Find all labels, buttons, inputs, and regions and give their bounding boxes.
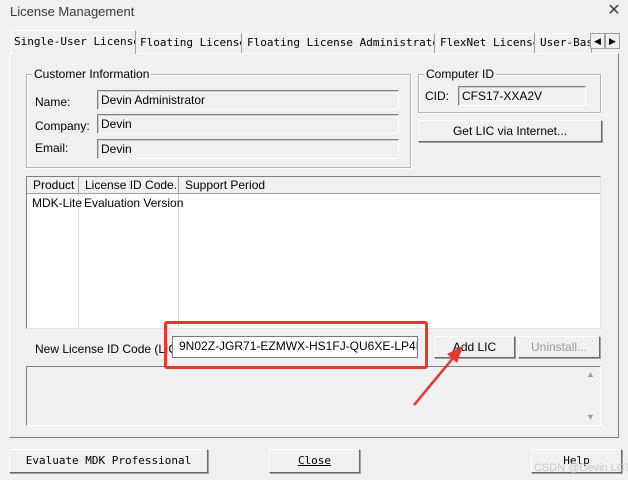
cid-label: CID: (425, 89, 449, 103)
chevron-right-icon[interactable]: ▶ (605, 33, 620, 49)
license-list[interactable]: Product License ID Code... Support Perio… (26, 176, 601, 329)
watermark: CSDN @Devin LCT (534, 462, 628, 474)
column-divider (78, 194, 79, 328)
column-divider (178, 194, 179, 328)
customer-info-title: Customer Information (32, 67, 152, 81)
table-cell-license-id[interactable]: Evaluation Version (84, 196, 183, 210)
email-label: Email: (35, 141, 69, 155)
window-title: License Management (10, 4, 135, 19)
status-scrollbar[interactable]: ▲ ▼ (582, 367, 599, 425)
cid-field[interactable]: CFS17-XXA2V (458, 86, 586, 106)
get-lic-via-internet-button[interactable]: Get LIC via Internet... (418, 120, 602, 142)
status-box (26, 366, 601, 426)
scroll-down-icon[interactable]: ▼ (582, 410, 599, 425)
computer-id-title: Computer ID (424, 67, 497, 81)
tab-floating-license-administrator[interactable]: Floating License Administrator (244, 33, 435, 53)
close-button[interactable]: Close (269, 449, 360, 473)
scroll-up-icon[interactable]: ▲ (582, 367, 599, 382)
table-cell-product[interactable]: MDK-Lite (32, 196, 82, 210)
tab-user-based[interactable]: User-Based (537, 33, 592, 53)
company-label: Company: (35, 119, 90, 133)
tab-scroll-buttons: ◀ ▶ (590, 33, 620, 49)
uninstall-button[interactable]: Uninstall... (518, 336, 600, 358)
column-header-license-id-code[interactable]: License ID Code... (79, 177, 179, 194)
chevron-left-icon[interactable]: ◀ (590, 33, 605, 49)
tab-flexnet-license[interactable]: FlexNet License (437, 33, 535, 53)
column-header-support-period[interactable]: Support Period (179, 177, 600, 194)
company-field[interactable]: Devin (97, 114, 399, 134)
column-header-product[interactable]: Product (27, 177, 79, 194)
name-field[interactable]: Devin Administrator (97, 90, 399, 110)
tab-single-user-license[interactable]: Single-User License (11, 30, 136, 54)
tab-floating-license[interactable]: Floating License (137, 33, 242, 53)
add-lic-button[interactable]: Add LIC (434, 336, 515, 358)
close-icon[interactable]: ✕ (604, 1, 624, 21)
name-label: Name: (35, 95, 71, 109)
evaluate-mdk-professional-button[interactable]: Evaluate MDK Professional (9, 449, 208, 473)
highlight-box (164, 321, 428, 369)
email-field[interactable]: Devin (97, 139, 399, 159)
new-lic-label: New License ID Code (LIC): (35, 342, 185, 356)
